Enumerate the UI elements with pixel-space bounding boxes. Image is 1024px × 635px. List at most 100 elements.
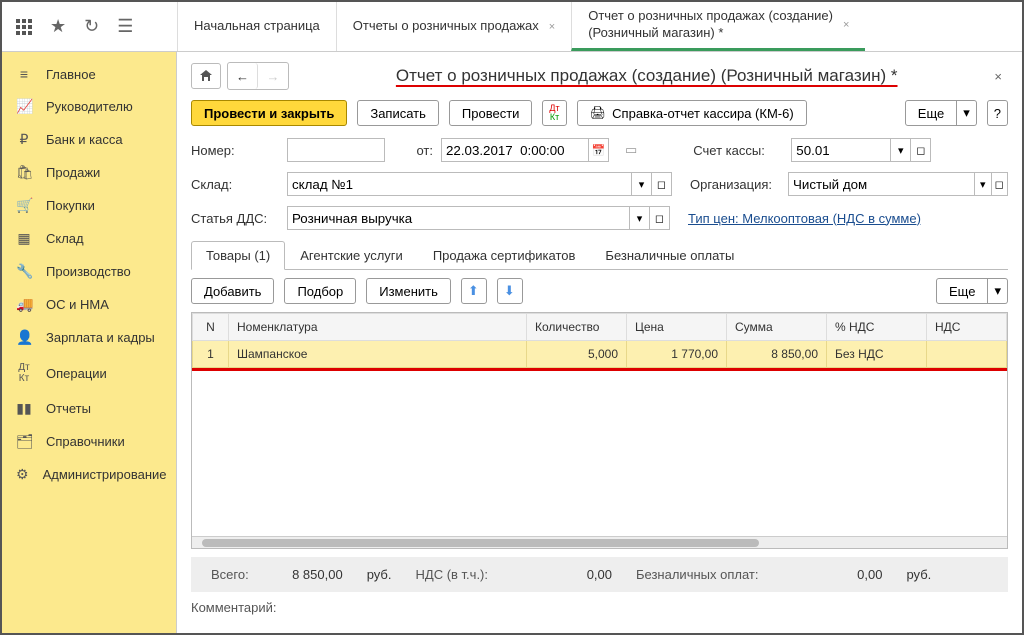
save-button[interactable]: Записать <box>357 100 439 126</box>
number-field[interactable] <box>287 138 385 162</box>
post-button[interactable]: Провести <box>449 100 533 126</box>
horizontal-scrollbar[interactable] <box>192 536 1007 548</box>
dtkt-button[interactable]: ДтКт <box>542 100 566 126</box>
col-item[interactable]: Номенклатура <box>229 314 527 341</box>
warehouse-field[interactable] <box>287 172 632 196</box>
tab-label: Начальная страница <box>194 18 320 35</box>
sidebar-item-main[interactable]: ≡ Главное <box>2 58 176 90</box>
close-icon[interactable]: × <box>843 19 849 31</box>
sidebar-item-bank[interactable]: ₽Банк и касса <box>2 123 176 156</box>
form-icon[interactable]: ▭ <box>625 142 637 158</box>
account-dropdown[interactable]: ▾ <box>891 138 911 162</box>
dtkt-icon: ДтКт <box>16 362 32 384</box>
table-more-dropdown[interactable]: ▾ <box>988 278 1008 304</box>
move-up-button[interactable]: ⬆ <box>461 278 487 304</box>
sidebar-item-label: Справочники <box>46 434 125 449</box>
col-n[interactable]: N <box>193 314 229 341</box>
chevron-down-icon: ▾ <box>637 212 643 225</box>
cell-sum: 8 850,00 <box>727 341 827 368</box>
move-down-button[interactable]: ⬇ <box>497 278 523 304</box>
account-open[interactable]: ◻ <box>911 138 931 162</box>
vat-label: НДС (в т.ч.): <box>416 567 489 582</box>
sidebar-item-label: Отчеты <box>46 401 91 416</box>
more-button[interactable]: Еще <box>905 100 957 126</box>
sidebar-item-reports[interactable]: ▮▮Отчеты <box>2 392 176 425</box>
chart-icon: 📈 <box>16 98 32 115</box>
table-row[interactable]: 1 Шампанское 5,000 1 770,00 8 850,00 Без… <box>193 341 1007 368</box>
tab-current[interactable]: Отчет о розничных продажах (создание) (Р… <box>571 2 865 51</box>
topbar: ★ ↻ ☰ Начальная страница Отчеты о рознич… <box>2 2 1022 52</box>
account-field[interactable] <box>791 138 891 162</box>
sidebar-item-assets[interactable]: 🚚ОС и НМА <box>2 288 176 321</box>
subtab-agent[interactable]: Агентские услуги <box>285 241 418 270</box>
dtkt-icon: ДтКт <box>549 104 559 122</box>
hamburger-icon[interactable]: ☰ <box>117 16 133 37</box>
wrench-icon: 🔧 <box>16 263 32 280</box>
table-more-button[interactable]: Еще <box>936 278 988 304</box>
open-icon: ◻ <box>655 212 664 225</box>
box-icon: ▦ <box>16 230 32 247</box>
dds-dropdown[interactable]: ▾ <box>630 206 650 230</box>
help-button[interactable]: ? <box>987 100 1008 126</box>
more-dropdown[interactable]: ▾ <box>957 100 977 126</box>
col-vat[interactable]: НДС <box>927 314 1007 341</box>
org-dropdown[interactable]: ▾ <box>975 172 992 196</box>
date-field[interactable] <box>441 138 589 162</box>
warehouse-dropdown[interactable]: ▾ <box>632 172 652 196</box>
sidebar-item-admin[interactable]: ⚙Администрирование <box>2 458 176 491</box>
sidebar-item-label: Главное <box>46 67 96 82</box>
col-qty[interactable]: Количество <box>527 314 627 341</box>
sidebar-item-sales[interactable]: 🛍Продажи <box>2 156 176 189</box>
person-icon: 👤 <box>16 329 32 346</box>
chevron-down-icon: ▾ <box>898 144 904 157</box>
close-icon[interactable]: × <box>549 21 555 33</box>
sidebar-item-manager[interactable]: 📈Руководителю <box>2 90 176 123</box>
home-button[interactable] <box>191 63 221 89</box>
arrow-left-icon: ← <box>236 69 249 84</box>
org-label: Организация: <box>690 177 780 192</box>
close-button[interactable]: × <box>988 69 1008 84</box>
sidebar-item-warehouse[interactable]: ▦Склад <box>2 222 176 255</box>
sidebar-item-purchases[interactable]: 🛒Покупки <box>2 189 176 222</box>
cell-price: 1 770,00 <box>627 341 727 368</box>
forward-button[interactable]: → <box>258 63 288 89</box>
open-icon: ◻ <box>657 178 666 191</box>
warehouse-open[interactable]: ◻ <box>652 172 672 196</box>
tab-home[interactable]: Начальная страница <box>177 2 336 51</box>
dds-open[interactable]: ◻ <box>650 206 670 230</box>
col-price[interactable]: Цена <box>627 314 727 341</box>
menu-icon: ≡ <box>16 66 32 82</box>
total-label: Всего: <box>211 567 249 582</box>
sidebar-item-production[interactable]: 🔧 Производство <box>2 255 176 288</box>
org-open[interactable]: ◻ <box>992 172 1009 196</box>
price-type-link[interactable]: Тип цен: Мелкооптовая (НДС в сумме) <box>688 211 921 226</box>
tab-reports[interactable]: Отчеты о розничных продажах × <box>336 2 571 51</box>
sidebar-item-label: Производство <box>46 264 131 279</box>
edit-button[interactable]: Изменить <box>366 278 451 304</box>
sidebar-item-operations[interactable]: ДтКтОперации <box>2 354 176 392</box>
cashless-value: 0,00 <box>782 567 882 582</box>
cell-vat <box>927 341 1007 368</box>
sidebar-item-hr[interactable]: 👤Зарплата и кадры <box>2 321 176 354</box>
subtab-cashless[interactable]: Безналичные оплаты <box>590 241 749 270</box>
apps-icon[interactable] <box>16 19 32 35</box>
cell-qty: 5,000 <box>527 341 627 368</box>
post-close-button[interactable]: Провести и закрыть <box>191 100 347 126</box>
add-button[interactable]: Добавить <box>191 278 274 304</box>
star-icon[interactable]: ★ <box>50 16 66 37</box>
col-sum[interactable]: Сумма <box>727 314 827 341</box>
calendar-button[interactable]: 📅 <box>589 138 609 162</box>
sidebar: ≡ Главное 📈Руководителю ₽Банк и касса 🛍Пр… <box>2 52 177 633</box>
subtab-goods[interactable]: Товары (1) <box>191 241 285 270</box>
history-icon[interactable]: ↻ <box>84 16 99 37</box>
col-vatpct[interactable]: % НДС <box>827 314 927 341</box>
subtab-certs[interactable]: Продажа сертификатов <box>418 241 591 270</box>
dds-field[interactable] <box>287 206 630 230</box>
calendar-icon: 📅 <box>592 144 606 157</box>
sidebar-item-catalogs[interactable]: 🗂Справочники <box>2 425 176 458</box>
back-button[interactable]: ← <box>228 63 258 89</box>
org-field[interactable] <box>788 172 975 196</box>
km6-button[interactable]: 🖨 Справка-отчет кассира (КМ-6) <box>577 100 807 126</box>
cart-icon: 🛒 <box>16 197 32 214</box>
pick-button[interactable]: Подбор <box>284 278 356 304</box>
